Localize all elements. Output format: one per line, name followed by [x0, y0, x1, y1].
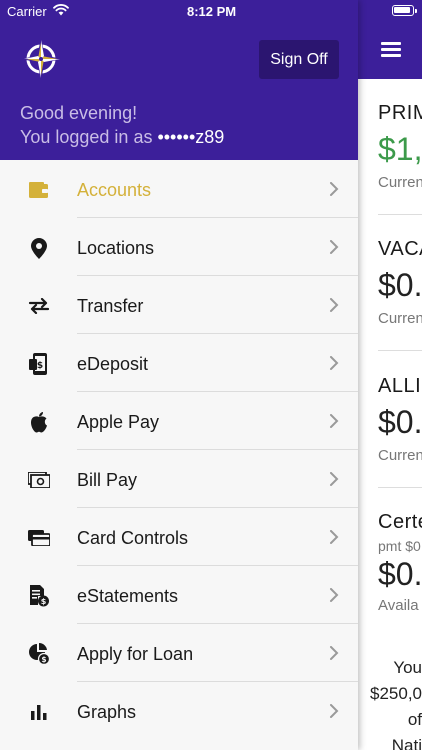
clock: 8:12 PM: [187, 4, 237, 19]
hamburger-menu-icon[interactable]: [381, 42, 401, 57]
masked-username: ••••••z89: [157, 127, 225, 147]
account-name: PRIM: [378, 102, 422, 124]
drawer-header: Sign Off Good evening! You logged in as …: [0, 22, 358, 160]
menu-item-label: Apply for Loan: [77, 644, 194, 664]
transfer-arrows-icon: [28, 295, 50, 317]
sign-off-button[interactable]: Sign Off: [259, 40, 339, 79]
divider: [378, 214, 422, 215]
account-balance: $0.: [378, 404, 422, 440]
money-bill-icon: [28, 469, 50, 491]
menu-item-label: eStatements: [77, 586, 179, 606]
menu-item-accounts[interactable]: Accounts: [0, 160, 358, 218]
carrier-label: Carrier: [7, 4, 47, 19]
divider: [378, 350, 422, 351]
menu-item-apple-pay[interactable]: Apple Pay: [0, 392, 358, 450]
svg-text:$: $: [41, 655, 46, 664]
battery-icon: [392, 5, 417, 16]
account-payment: pmt $0: [378, 538, 421, 554]
account-balance-type: Availa: [378, 597, 419, 614]
menu-item-transfer[interactable]: Transfer: [0, 276, 358, 334]
compass-logo-icon: [23, 39, 61, 79]
statement-icon: $: [28, 585, 50, 607]
menu-item-label: eDeposit: [77, 354, 149, 374]
loan-pie-icon: $: [28, 643, 50, 665]
mobile-check-deposit-icon: $: [28, 353, 50, 375]
account-card-1[interactable]: PRIM $1, Curren: [378, 102, 422, 191]
account-balance: $1,: [378, 131, 422, 167]
wifi-icon: [53, 4, 69, 16]
credit-card-icon: [28, 527, 50, 549]
accounts-panel: PRIM $1, Curren VACA $0. Curren ALLI $0.…: [358, 0, 422, 750]
location-pin-icon: [28, 237, 50, 259]
apple-icon: [28, 411, 50, 433]
account-balance-type: Curren: [378, 310, 422, 327]
status-bar-right: [358, 0, 422, 22]
insurance-line: Nati: [391, 736, 422, 750]
divider: [378, 487, 422, 488]
account-balance: $0.: [378, 267, 422, 303]
account-card-3[interactable]: ALLI $0. Curren: [378, 375, 422, 464]
menu-item-label: Locations: [77, 238, 155, 258]
logged-in-prefix: You logged in as: [20, 127, 158, 147]
drawer-menu: Accounts Locations Transfer $ eDeposit A…: [0, 160, 358, 740]
account-balance: $0.: [378, 556, 422, 592]
insurance-line: $250,0: [370, 684, 422, 703]
insurance-line: You: [393, 658, 422, 677]
account-card-4[interactable]: Certe pmt $0 $0. Availa: [378, 511, 422, 614]
menu-item-estatements[interactable]: $ eStatements: [0, 566, 358, 624]
chevron-right-icon: [330, 530, 339, 544]
account-balance-type: Curren: [378, 447, 422, 464]
chevron-right-icon: [330, 646, 339, 660]
chevron-right-icon: [330, 472, 339, 486]
menu-item-label: Graphs: [77, 702, 137, 722]
menu-item-card-controls[interactable]: Card Controls: [0, 508, 358, 566]
menu-item-label: Bill Pay: [77, 470, 138, 490]
chevron-right-icon: [330, 182, 339, 196]
chevron-right-icon: [330, 356, 339, 370]
menu-item-edeposit[interactable]: $ eDeposit: [0, 334, 358, 392]
account-balance-type: Curren: [378, 174, 422, 191]
navigation-drawer: Carrier 8:12 PM Sign Off Good evening! Y…: [0, 0, 358, 750]
chevron-right-icon: [330, 240, 339, 254]
menu-item-apply-for-loan[interactable]: $ Apply for Loan: [0, 624, 358, 682]
chevron-right-icon: [330, 298, 339, 312]
greeting-text: Good evening!: [20, 103, 138, 123]
menu-item-label: Apple Pay: [77, 412, 160, 432]
menu-item-label: Accounts: [77, 180, 152, 200]
svg-text:$: $: [41, 597, 47, 606]
menu-item-label: Card Controls: [77, 528, 189, 548]
chevron-right-icon: [330, 588, 339, 602]
account-name: ALLI: [378, 375, 422, 397]
logged-in-text: You logged in as ••••••z89: [20, 127, 224, 148]
bar-chart-icon: [28, 701, 50, 723]
account-name: Certe: [378, 511, 422, 533]
insurance-notice: You $250,0 of Nati: [358, 655, 422, 750]
svg-text:$: $: [37, 361, 43, 371]
chevron-right-icon: [330, 704, 339, 718]
wallet-icon: [28, 179, 50, 201]
insurance-line: of: [407, 710, 422, 729]
account-name: VACA: [378, 238, 422, 260]
content-header: [358, 22, 422, 79]
menu-item-locations[interactable]: Locations: [0, 218, 358, 276]
menu-item-label: Transfer: [77, 296, 144, 316]
account-card-2[interactable]: VACA $0. Curren: [378, 238, 422, 327]
chevron-right-icon: [330, 414, 339, 428]
menu-item-bill-pay[interactable]: Bill Pay: [0, 450, 358, 508]
status-bar: Carrier 8:12 PM: [0, 0, 358, 22]
menu-item-graphs[interactable]: Graphs: [0, 682, 358, 740]
